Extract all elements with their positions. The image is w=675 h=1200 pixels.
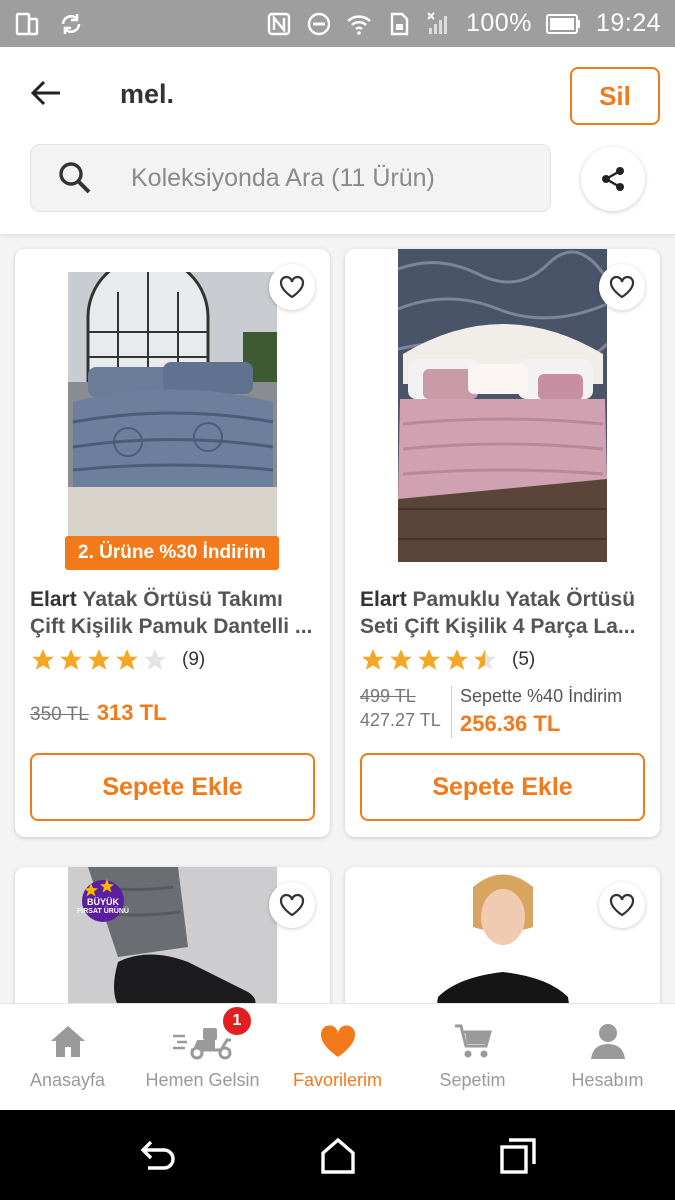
system-navigation-bar [0,1110,675,1200]
star-empty-icon [144,649,166,670]
wifi-icon [347,14,371,35]
do-not-disturb-icon [307,12,331,35]
star-full-icon [418,649,440,670]
home-button-icon[interactable] [318,1136,358,1176]
product-image[interactable] [398,249,607,562]
product-card[interactable]: 2. Ürüne %30 İndirim Elart Yatak Örtüsü … [15,249,330,837]
basket-price-block: Sepette %40 İndirim 256.36 TL [460,686,622,737]
sim-icon [390,12,409,35]
rating: (9) [30,647,205,673]
recents-icon[interactable] [498,1136,538,1176]
product-brand: Elart [360,588,407,611]
heart-outline-icon [279,275,305,299]
share-button[interactable] [581,147,645,211]
star-full-icon [32,649,54,670]
bedspread-blue-image [68,272,277,538]
search-placeholder: Koleksiyonda Ara (11 Ürün) [131,163,435,192]
favorite-button[interactable] [599,264,645,310]
bedspread-pink-image [398,249,607,562]
bottom-navigation: Anasayfa Hemen Gelsin Favorilerim Sepeti… [0,1003,675,1110]
nav-label: Hemen Gelsin [145,1070,260,1090]
star-full-icon [446,649,468,670]
notification-badge: 1 [221,1005,253,1037]
mid-price: 427.27 TL [360,710,441,730]
nav-label: Sepetim [439,1070,506,1090]
product-card[interactable]: Elart Pamuklu Yatak Örtüsü Seti Çift Kiş… [345,249,660,837]
collection-search-input[interactable]: Koleksiyonda Ara (11 Ürün) [30,144,551,212]
clock: 19:24 [595,9,661,37]
star-full-icon [60,649,82,670]
nav-cart[interactable]: Sepetim [405,1004,540,1111]
product-image[interactable] [68,272,277,538]
favorite-button[interactable] [269,882,315,928]
home-icon [50,1026,85,1057]
arrow-left-icon [30,80,60,106]
price-divider [451,686,452,738]
price: 256.36 TL [460,711,561,736]
back-icon[interactable] [138,1136,178,1176]
add-to-cart-button[interactable]: Sepete Ekle [360,753,645,821]
nav-home[interactable]: Anasayfa [0,1004,135,1111]
nfc-icon [267,12,291,35]
device-icon [15,12,39,35]
sync-icon [61,13,81,34]
basket-discount-label: Sepette %40 İndirim [460,686,623,706]
heart-icon [320,1025,355,1057]
signal-icon [427,11,447,34]
star-full-icon [362,649,384,670]
battery-icon [545,13,580,34]
collection-header: mel. Sil Koleksiyonda Ara (11 Ürün) [0,47,675,235]
delete-button[interactable]: Sil [570,67,660,125]
big-deal-badge: BÜYÜK FIRSAT ÜRÜNÜ [73,875,133,923]
big-deal-badge-line2: FIRSAT ÜRÜNÜ [77,908,129,915]
price: 313 TL [96,700,167,725]
share-icon [602,167,624,191]
nav-label: Hesabım [571,1070,644,1090]
search-icon [59,162,91,194]
heart-outline-icon [609,893,635,917]
product-name[interactable]: Elart Pamuklu Yatak Örtüsü Seti Çift Kiş… [360,586,650,640]
star-full-icon [88,649,110,670]
heart-outline-icon [609,275,635,299]
add-to-cart-button[interactable]: Sepete Ekle [30,753,315,821]
nav-label: Anasayfa [29,1070,106,1090]
nav-label: Favorilerim [292,1070,382,1090]
back-button[interactable] [24,71,68,115]
promo-badge: 2. Ürüne %30 İndirim [65,536,279,570]
star-full-icon [116,649,138,670]
product-brand: Elart [30,588,77,611]
rating: (5) [360,647,535,673]
cart-icon [454,1024,492,1058]
big-deal-badge-text: BÜYÜK FIRSAT ÜRÜNÜ [73,897,133,917]
star-full-icon [390,649,412,670]
price-block: 350 TL 313 TL [30,700,167,726]
user-icon [590,1024,625,1059]
favorite-button[interactable] [599,882,645,928]
nav-favorites[interactable]: Favorilerim [270,1004,405,1111]
price-block-left: 499 TL 427.27 TL [360,686,450,731]
heart-outline-icon [279,893,305,917]
big-deal-badge-line1: BÜYÜK [86,897,119,907]
favorite-button[interactable] [269,264,315,310]
star-half-icon [474,649,496,670]
rating-count: (5) [512,649,536,670]
collection-title: mel. [120,79,175,109]
product-name[interactable]: Elart Yatak Örtüsü Takımı Çift Kişilik P… [30,586,320,640]
old-price: 499 TL [360,686,416,706]
rating-count: (9) [182,649,206,670]
battery-percent: 100% [465,9,532,37]
old-price: 350 TL [30,704,89,725]
nav-account[interactable]: Hesabım [540,1004,675,1111]
status-bar: 100% 19:24 [0,0,675,47]
